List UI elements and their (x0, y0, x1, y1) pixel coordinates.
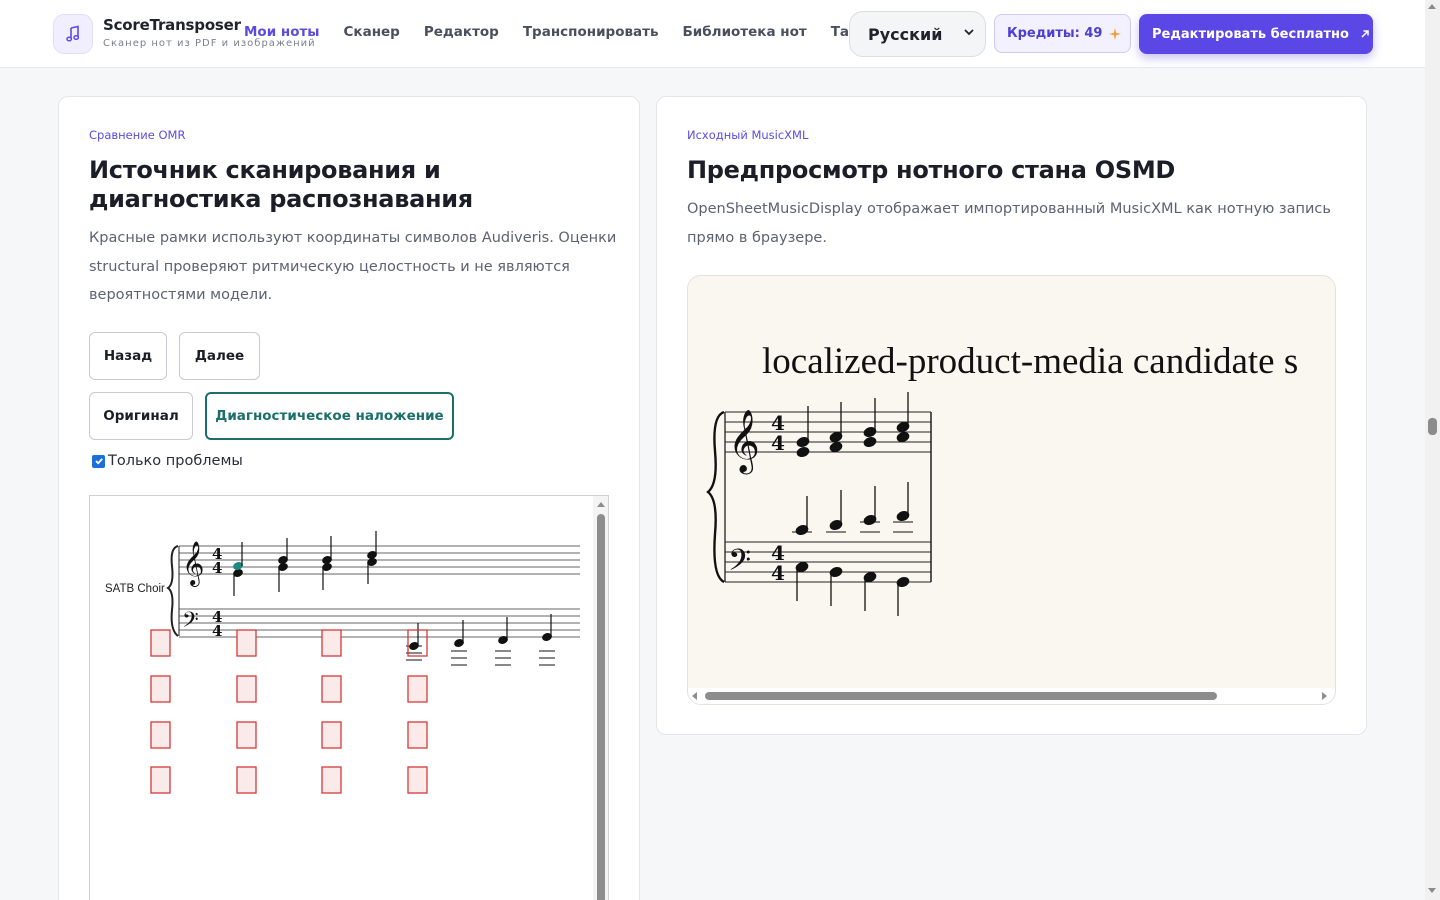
diagnostic-box (321, 766, 342, 794)
diagnostic-box (407, 675, 428, 703)
omr-description: Красные рамки используют координаты симв… (89, 230, 617, 303)
scan-scrollbar[interactable] (593, 496, 608, 900)
score-scroll-thumb[interactable] (705, 692, 1217, 700)
treble-clef-icon: 𝄞 (728, 409, 760, 475)
diagnostic-box (150, 721, 171, 749)
svg-text:4: 4 (771, 561, 785, 585)
only-problems-checkbox[interactable] (92, 454, 105, 468)
checkmark-icon (94, 458, 103, 465)
osmd-description: OpenSheetMusicDisplay отображает импорти… (687, 201, 1331, 246)
next-button[interactable]: Далее (179, 332, 260, 380)
diagnostic-box (150, 675, 171, 703)
nav-editor[interactable]: Редактор (424, 24, 499, 40)
diagnostic-box (236, 766, 257, 794)
svg-text:4: 4 (212, 622, 222, 640)
top-header: ScoreTransposer Сканер нот из PDF и изоб… (0, 0, 1425, 68)
osmd-eyebrow: Исходный MusicXML (687, 128, 809, 142)
nav-my-scores[interactable]: Мои ноты (244, 24, 320, 40)
svg-text:4: 4 (771, 431, 785, 455)
scan-scroll-up-arrow[interactable] (597, 502, 605, 507)
diagnostic-overlay-button[interactable]: Диагностическое наложение (205, 392, 454, 440)
edit-free-button[interactable]: Редактировать бесплатно (1139, 14, 1373, 54)
nav-library[interactable]: Библиотека нот (683, 24, 807, 40)
omr-eyebrow: Сравнение OMR (89, 128, 186, 142)
diagnostic-box (321, 629, 342, 657)
osmd-title: Предпросмотр нотного стана OSMD (687, 156, 1176, 184)
osmd-score-viewer[interactable]: localized-product-media candidate s 𝄞 𝄢 … (687, 275, 1336, 705)
back-button[interactable]: Назад (89, 332, 167, 380)
diagnostic-box (150, 629, 171, 657)
music-note-icon (66, 25, 80, 42)
diagnostic-box (236, 629, 257, 657)
scroll-down-arrow[interactable] (1428, 888, 1436, 893)
diagnostic-box (407, 721, 428, 749)
bass-clef-icon: 𝄢 (728, 544, 751, 585)
only-problems-label: Только проблемы (108, 453, 243, 469)
diagnostic-box (236, 675, 257, 703)
language-value: Русский (868, 24, 943, 44)
language-select[interactable]: Русский (849, 11, 986, 57)
only-problems-toggle[interactable]: Только проблемы (92, 453, 243, 469)
main-nav: Мои ноты Сканер Редактор Транспонировать… (244, 24, 894, 40)
nav-scanner[interactable]: Сканер (344, 24, 400, 40)
scroll-up-arrow[interactable] (1428, 4, 1436, 9)
scan-score-image: SATB Choir 𝄞 𝄢 44 44 (105, 531, 580, 794)
diagnostic-box (321, 675, 342, 703)
credits-button[interactable]: Кредиты: 49 (994, 14, 1131, 53)
part-name: SATB Choir (105, 583, 165, 595)
scan-scroll-thumb[interactable] (597, 514, 605, 900)
diagnostic-box (321, 721, 342, 749)
scroll-right-arrow[interactable] (1322, 692, 1327, 700)
nav-transpose[interactable]: Транспонировать (523, 24, 659, 40)
diagnostic-box (407, 766, 428, 794)
scroll-left-arrow[interactable] (692, 692, 697, 700)
page-scroll-thumb[interactable] (1428, 418, 1437, 435)
page-scrollbar[interactable] (1425, 0, 1440, 900)
original-view-button[interactable]: Оригинал (89, 392, 193, 440)
scan-viewer[interactable]: SATB Choir 𝄞 𝄢 44 44 (89, 495, 609, 900)
treble-clef-icon: 𝄞 (182, 541, 204, 587)
svg-text:4: 4 (212, 559, 222, 577)
omr-title: Источник сканирования и диагностика расп… (89, 156, 473, 213)
cta-label: Редактировать бесплатно (1152, 26, 1349, 42)
osmd-score-render: 𝄞 𝄢 44 44 (706, 392, 932, 616)
sparkle-icon (1109, 27, 1122, 40)
logo[interactable] (53, 14, 93, 54)
chevron-down-icon (964, 29, 974, 36)
diagnostic-box (150, 766, 171, 794)
credits-label: Кредиты: 49 (1007, 26, 1103, 41)
arrow-up-right-icon (1361, 30, 1369, 38)
bass-clef-icon: 𝄢 (182, 608, 199, 638)
brand-name[interactable]: ScoreTransposer (103, 16, 241, 34)
score-horizontal-scrollbar[interactable] (688, 688, 1335, 704)
diagnostic-box (236, 721, 257, 749)
